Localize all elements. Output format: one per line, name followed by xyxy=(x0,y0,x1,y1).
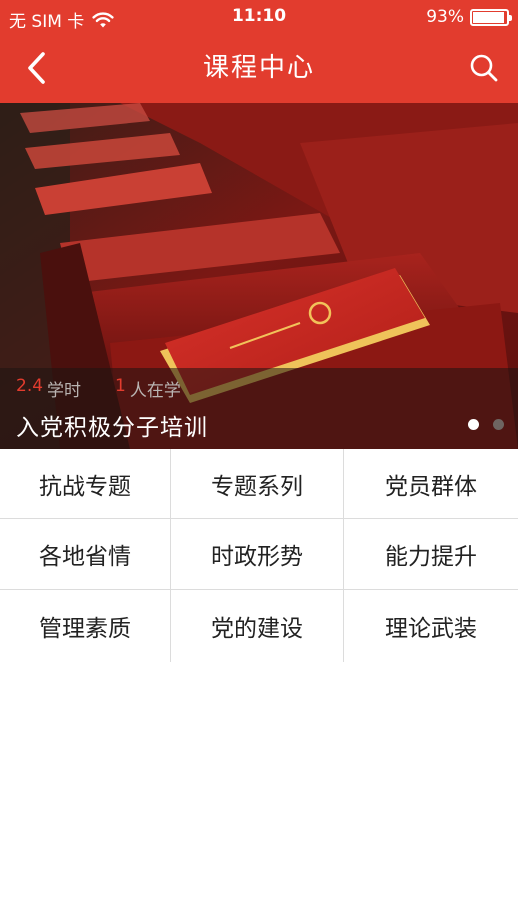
category-grid: 抗战专题 专题系列 党员群体各地省情 时政形势 能力提升管理素质 党的建设 理论武装 xyxy=(0,449,518,662)
learners-count: 1 xyxy=(115,376,126,396)
page-title: 课程中心 xyxy=(202,53,315,83)
back-button[interactable] xyxy=(16,48,56,88)
header: 无 SIM 卡 11:10 93% 课程中心 xyxy=(0,0,518,103)
category-item[interactable]: 各地省情 xyxy=(0,519,171,590)
course-hours-label: 学时 xyxy=(47,381,82,401)
category-item[interactable]: 能力提升 xyxy=(344,519,518,590)
category-item[interactable]: 理论武装 xyxy=(344,590,518,662)
page-dot[interactable] xyxy=(493,419,504,430)
page-dot[interactable] xyxy=(468,419,479,430)
chevron-left-icon xyxy=(28,52,45,84)
course-meta: 2.4 学时 1 人在学 xyxy=(16,376,181,401)
category-item[interactable]: 党员群体 xyxy=(344,449,518,519)
category-item[interactable]: 党的建设 xyxy=(171,590,344,662)
course-hours-value: 2.4 xyxy=(16,376,44,396)
status-right: 93% xyxy=(426,7,512,27)
search-icon xyxy=(470,54,498,82)
battery-percent: 93% xyxy=(426,7,464,27)
search-button[interactable] xyxy=(464,48,504,88)
battery-nub xyxy=(509,14,512,21)
page-indicator xyxy=(468,419,504,430)
category-item[interactable]: 时政形势 xyxy=(171,519,344,590)
battery-fill xyxy=(473,11,504,23)
category-item[interactable]: 专题系列 xyxy=(171,449,344,519)
category-item[interactable]: 管理素质 xyxy=(0,590,171,662)
status-bar: 无 SIM 卡 11:10 93% xyxy=(0,0,518,34)
learners-label: 人在学 xyxy=(129,381,181,401)
course-center-screen: 无 SIM 卡 11:10 93% 课程中心 2.4 学时 1 人在学 入党积极… xyxy=(0,0,518,920)
category-item[interactable]: 抗战专题 xyxy=(0,449,171,519)
featured-course-banner[interactable]: 2.4 学时 1 人在学 入党积极分子培训 xyxy=(0,103,518,449)
navigation-bar: 课程中心 xyxy=(0,34,518,103)
battery-icon xyxy=(470,8,512,26)
course-title: 入党积极分子培训 xyxy=(16,415,208,441)
banner-caption: 2.4 学时 1 人在学 入党积极分子培训 xyxy=(0,368,518,449)
